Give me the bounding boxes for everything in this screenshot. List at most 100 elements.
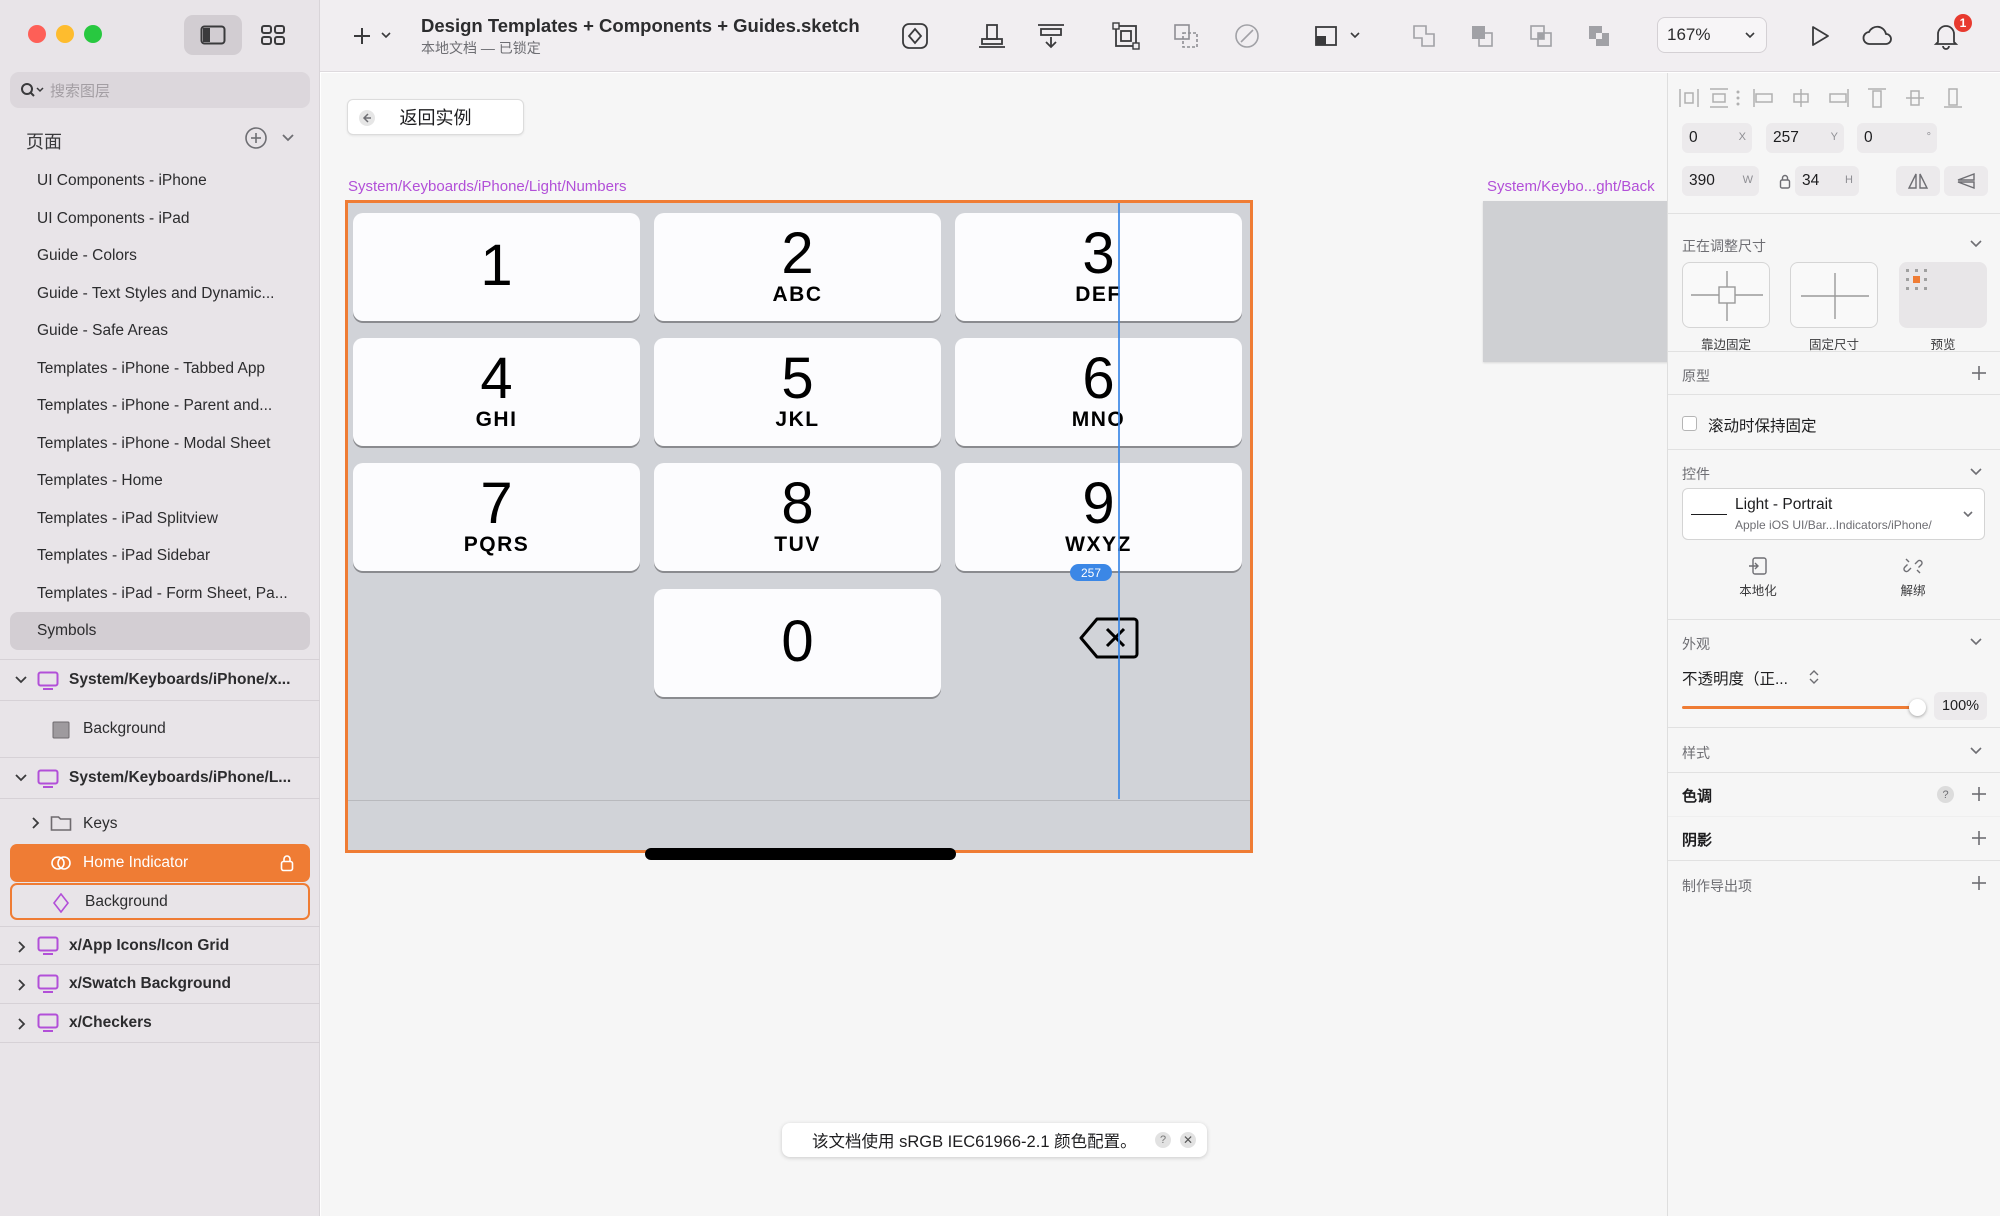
resize-menu-button[interactable] <box>1312 20 1366 52</box>
page-item[interactable]: Templates - iPhone - Modal Sheet <box>10 425 310 463</box>
key-7[interactable]: 7 PQRS <box>353 463 640 571</box>
width-field[interactable]: 390 W <box>1682 166 1759 196</box>
layer-row-home-indicator[interactable]: Home Indicator <box>10 844 310 882</box>
y-field[interactable]: 257 Y <box>1766 123 1844 153</box>
chevron-down-icon[interactable] <box>1969 745 1983 757</box>
align-middle-button[interactable] <box>1034 20 1068 52</box>
key-8[interactable]: 8 TUV <box>654 463 941 571</box>
key-3[interactable]: 3 DEF <box>955 213 1242 321</box>
layer-row-swatch[interactable]: x/Swatch Background <box>0 965 320 1004</box>
detach-button[interactable]: 解绑 <box>1868 556 1958 599</box>
layer-row-keyboard-x[interactable]: System/Keyboards/iPhone/x... <box>0 660 320 701</box>
opacity-slider-knob[interactable] <box>1909 699 1926 716</box>
key-1[interactable]: 1 <box>353 213 640 321</box>
plus-icon[interactable] <box>1971 830 1987 846</box>
components-view-button[interactable] <box>244 15 302 55</box>
edit-button[interactable] <box>1231 20 1263 52</box>
up-down-chevron-icon[interactable] <box>1808 668 1820 686</box>
layer-row-background[interactable]: Background <box>0 701 320 758</box>
pin-to-edge-option[interactable] <box>1682 262 1770 328</box>
page-item[interactable]: UI Components - iPad <box>10 200 310 238</box>
artboard-background-preview[interactable] <box>1483 201 1667 362</box>
maximize-window-button[interactable] <box>84 25 102 43</box>
frame-button[interactable] <box>1110 20 1142 52</box>
keyboard-artboard[interactable]: 1 2 ABC 3 DEF 4 GHI 5 JKL 6 MNO 7 PQRS 8… <box>345 200 1253 860</box>
rotation-field[interactable]: 0 ° <box>1857 123 1937 153</box>
distribute-vertical-icon[interactable] <box>1708 87 1730 109</box>
home-indicator[interactable] <box>645 848 956 860</box>
align-left-icon[interactable] <box>1752 87 1774 109</box>
align-right-icon[interactable] <box>1828 87 1850 109</box>
more-icon[interactable] <box>1734 87 1742 109</box>
plus-icon[interactable] <box>1971 875 1987 891</box>
help-icon[interactable]: ? <box>1937 786 1954 803</box>
opacity-slider[interactable] <box>1682 706 1917 709</box>
page-item[interactable]: Guide - Text Styles and Dynamic... <box>10 275 310 313</box>
height-field[interactable]: 34 H <box>1795 166 1859 196</box>
page-item[interactable]: Templates - iPad Splitview <box>10 500 310 538</box>
lock-ratio-icon[interactable] <box>1779 173 1791 189</box>
page-item[interactable]: UI Components - iPhone <box>10 162 310 200</box>
key-5[interactable]: 5 JKL <box>654 338 941 446</box>
artboard-title[interactable]: System/Keyboards/iPhone/Light/Numbers <box>348 178 626 195</box>
delete-key-icon[interactable] <box>1079 616 1139 660</box>
key-4[interactable]: 4 GHI <box>353 338 640 446</box>
align-center-icon[interactable] <box>1790 87 1812 109</box>
opacity-value[interactable]: 100% <box>1934 692 1987 720</box>
distribute-horizontal-icon[interactable] <box>1678 87 1700 109</box>
help-icon[interactable]: ? <box>1155 1132 1171 1148</box>
page-item[interactable]: Guide - Colors <box>10 237 310 275</box>
key-2[interactable]: 2 ABC <box>654 213 941 321</box>
layer-row-keys[interactable]: Keys <box>0 799 320 844</box>
flip-horizontal-button[interactable] <box>1896 166 1940 196</box>
chevron-down-icon[interactable] <box>1969 238 1983 250</box>
fix-on-scroll-checkbox[interactable] <box>1682 416 1697 431</box>
plus-icon[interactable] <box>1971 365 1987 381</box>
minimize-window-button[interactable] <box>56 25 74 43</box>
page-item[interactable]: Guide - Safe Areas <box>10 312 310 350</box>
intersect-button[interactable] <box>1526 22 1556 50</box>
difference-button[interactable] <box>1584 22 1614 50</box>
ungroup-button[interactable] <box>1170 20 1202 52</box>
align-bottom-icon[interactable] <box>1942 87 1964 109</box>
chevron-down-icon[interactable] <box>1969 636 1983 648</box>
layer-row-app-icons[interactable]: x/App Icons/Icon Grid <box>0 926 320 965</box>
key-9[interactable]: 9 WXYZ <box>955 463 1242 571</box>
page-item[interactable]: Templates - iPad Sidebar <box>10 537 310 575</box>
align-bottom-button[interactable] <box>975 20 1009 52</box>
plus-icon[interactable] <box>1971 786 1987 802</box>
fixed-size-option[interactable] <box>1790 262 1878 328</box>
layer-search-field[interactable]: 搜索图层 <box>10 72 310 108</box>
create-symbol-button[interactable] <box>899 20 931 52</box>
key-0[interactable]: 0 <box>654 589 941 697</box>
layer-row-keyboard-light[interactable]: System/Keyboards/iPhone/L... <box>0 758 320 799</box>
cloud-button[interactable] <box>1860 20 1896 52</box>
x-field[interactable]: 0 X <box>1682 123 1752 153</box>
flip-vertical-button[interactable] <box>1944 166 1988 196</box>
page-item[interactable]: Templates - iPhone - Parent and... <box>10 387 310 425</box>
close-icon[interactable]: ✕ <box>1180 1132 1196 1148</box>
subtract-button[interactable] <box>1467 22 1497 50</box>
canvas[interactable]: 返回实例 System/Keyboards/iPhone/Light/Numbe… <box>321 73 1667 1216</box>
preview-button[interactable] <box>1804 20 1836 52</box>
preview-option[interactable] <box>1899 262 1987 328</box>
localize-button[interactable]: 本地化 <box>1713 556 1803 599</box>
collapse-pages-button[interactable] <box>280 130 296 146</box>
artboard-title-2[interactable]: System/Keybo...ght/Back <box>1487 178 1667 195</box>
chevron-down-icon[interactable] <box>1969 466 1983 478</box>
page-item[interactable]: Templates - Home <box>10 462 310 500</box>
union-button[interactable] <box>1409 22 1439 50</box>
key-6[interactable]: 6 MNO <box>955 338 1242 446</box>
align-vertical-center-icon[interactable] <box>1904 87 1926 109</box>
lock-icon[interactable] <box>280 854 294 872</box>
return-to-instance-button[interactable]: 返回实例 <box>347 99 524 135</box>
page-item-symbols[interactable]: Symbols <box>10 612 310 650</box>
sidebar-view-button[interactable] <box>184 15 242 55</box>
symbol-override-select[interactable]: Light - Portrait Apple iOS UI/Bar...Indi… <box>1682 488 1985 540</box>
close-window-button[interactable] <box>28 25 46 43</box>
zoom-select[interactable]: 167% <box>1657 17 1767 53</box>
page-item[interactable]: Templates - iPhone - Tabbed App <box>10 350 310 388</box>
insert-button[interactable] <box>350 22 400 50</box>
opacity-mode-label[interactable]: 不透明度（正... <box>1682 667 1788 689</box>
page-item[interactable]: Templates - iPad - Form Sheet, Pa... <box>10 575 310 613</box>
